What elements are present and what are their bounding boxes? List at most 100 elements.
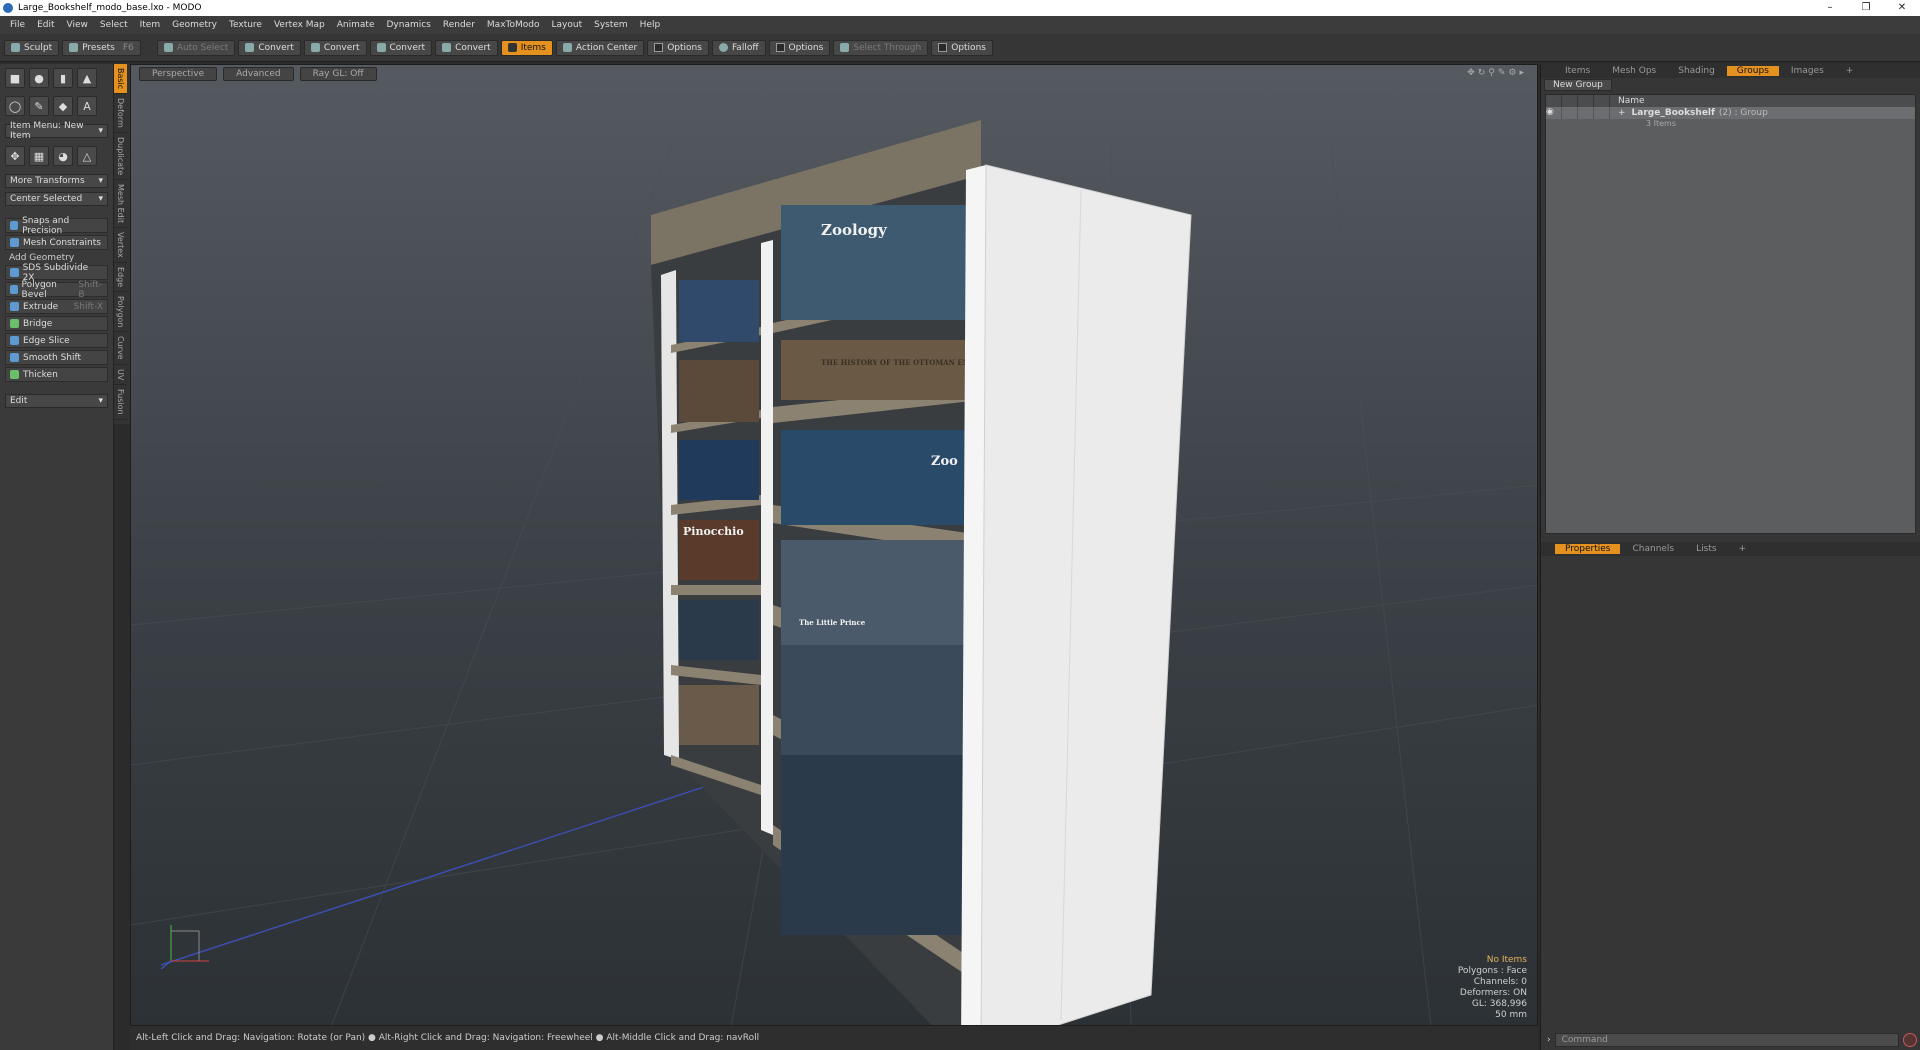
items-mode-button[interactable]: Items (500, 39, 553, 56)
menu-file[interactable]: File (4, 20, 31, 30)
tab-items[interactable]: Items (1555, 66, 1600, 76)
tab-fusion[interactable]: Fusion (114, 385, 127, 420)
convert-polygons-button[interactable]: Convert (369, 39, 433, 56)
plane-icon[interactable]: ◆ (53, 96, 73, 116)
menu-animate[interactable]: Animate (331, 20, 381, 30)
tab-images[interactable]: Images (1781, 66, 1834, 76)
pen-icon[interactable]: ✎ (29, 96, 49, 116)
tab-uv[interactable]: UV (114, 365, 127, 386)
bridge-button[interactable]: Bridge (5, 316, 108, 331)
menu-render[interactable]: Render (437, 20, 481, 30)
falloff-button[interactable]: Falloff (711, 39, 766, 56)
restore-button[interactable]: ❐ (1848, 0, 1884, 16)
falloff-options-button[interactable]: Options (768, 39, 831, 56)
presets-button[interactable]: Presets F6 (62, 39, 141, 56)
add-tab-button[interactable]: + (1836, 66, 1864, 76)
tab-polygon[interactable]: Polygon (114, 292, 127, 333)
edit-dropdown[interactable]: Edit ▾ (5, 394, 108, 408)
viewport-nav-icons[interactable]: ✥↻⚲✎⚙▸ (1467, 68, 1527, 78)
menu-edit[interactable]: Edit (31, 20, 60, 30)
tab-mesh-ops[interactable]: Mesh Ops (1602, 66, 1666, 76)
perspective-tab[interactable]: Perspective (139, 67, 218, 81)
menu-dynamics[interactable]: Dynamics (380, 20, 436, 30)
options-checkbox[interactable] (775, 43, 785, 52)
advanced-tab[interactable]: Advanced (223, 67, 294, 81)
more-transforms-dropdown[interactable]: More Transforms ▾ (5, 174, 108, 188)
menu-view[interactable]: View (61, 20, 94, 30)
options-checkbox[interactable] (938, 43, 948, 52)
new-group-button[interactable]: New Group (1544, 79, 1612, 91)
move-icon[interactable]: ✥ (5, 146, 25, 166)
render-icon[interactable] (1562, 95, 1578, 107)
convert-vertices-button[interactable]: Convert (238, 39, 301, 56)
select-icon[interactable] (1594, 95, 1610, 107)
menu-texture[interactable]: Texture (223, 20, 268, 30)
sds-subdivide-button[interactable]: SDS Subdivide 2X (5, 263, 108, 283)
group-row[interactable]: ◉ + Large_Bookshelf (2) : Group (1546, 107, 1915, 119)
visibility-toggle[interactable]: ◉ (1546, 107, 1562, 119)
mesh-constraints-button[interactable]: Mesh Constraints (5, 235, 108, 250)
tab-curve[interactable]: Curve (114, 332, 127, 366)
auto-select-button[interactable]: Auto Select (156, 39, 236, 56)
lock-toggle[interactable] (1578, 107, 1594, 119)
menu-layout[interactable]: Layout (546, 20, 589, 30)
close-button[interactable]: ✕ (1884, 0, 1920, 16)
command-input[interactable]: Command (1554, 1033, 1899, 1047)
select-through-button[interactable]: Select Through (833, 39, 929, 56)
record-icon[interactable] (1903, 1033, 1917, 1047)
menu-system[interactable]: System (588, 20, 634, 30)
select-toggle[interactable] (1594, 107, 1610, 119)
menu-select[interactable]: Select (94, 20, 134, 30)
groups-list[interactable]: Name ◉ + Large_Bookshelf (2) : Group 3 I… (1545, 94, 1916, 534)
action-center-button[interactable]: Action Center (555, 39, 645, 56)
smooth-shift-button[interactable]: Smooth Shift (5, 350, 108, 365)
tab-mesh-edit[interactable]: Mesh Edit (114, 180, 127, 229)
center-selected-dropdown[interactable]: Center Selected ▾ (5, 192, 108, 206)
perspective-icon[interactable]: △ (77, 146, 97, 166)
menu-help[interactable]: Help (634, 20, 667, 30)
edge-slice-button[interactable]: Edge Slice (5, 333, 108, 348)
raygl-tab[interactable]: Ray GL: Off (299, 67, 377, 81)
minimize-button[interactable]: – (1812, 0, 1848, 16)
convert-edges-button[interactable]: Convert (303, 39, 367, 56)
render-toggle[interactable] (1562, 107, 1578, 119)
tab-deform[interactable]: Deform (114, 94, 127, 133)
polygon-bevel-button[interactable]: Polygon Bevel Shift-B (5, 280, 108, 300)
menu-maxtomodo[interactable]: MaxToModo (481, 20, 546, 30)
tab-properties[interactable]: Properties (1555, 544, 1621, 554)
eye-icon[interactable] (1546, 95, 1562, 107)
menu-vertex-map[interactable]: Vertex Map (268, 20, 331, 30)
globe-icon[interactable]: ◕ (53, 146, 73, 166)
expand-icon[interactable]: + (1610, 108, 1626, 118)
cylinder-icon[interactable]: ▮ (53, 68, 73, 88)
tab-groups[interactable]: Groups (1726, 66, 1779, 76)
menu-item[interactable]: Item (134, 20, 167, 30)
tab-basic[interactable]: Basic (114, 64, 127, 95)
lock-icon[interactable] (1578, 95, 1594, 107)
grid-icon[interactable]: ▦ (29, 146, 49, 166)
menu-geometry[interactable]: Geometry (166, 20, 223, 30)
options-checkbox[interactable] (654, 43, 664, 52)
cube-icon[interactable]: ■ (5, 68, 25, 88)
tab-shading[interactable]: Shading (1668, 66, 1725, 76)
snaps-precision-button[interactable]: Snaps and Precision (5, 216, 108, 236)
tab-lists[interactable]: Lists (1686, 544, 1726, 554)
tab-duplicate[interactable]: Duplicate (114, 133, 127, 181)
text-icon[interactable]: A (77, 96, 97, 116)
sculpt-button[interactable]: Sculpt (4, 39, 60, 56)
torus-icon[interactable]: ◯ (5, 96, 25, 116)
extrude-button[interactable]: Extrude Shift-X (5, 299, 108, 314)
tab-channels[interactable]: Channels (1622, 544, 1684, 554)
add-properties-tab[interactable]: + (1729, 544, 1757, 554)
name-column-header[interactable]: Name (1610, 96, 1645, 106)
action-center-options-button[interactable]: Options (647, 39, 709, 56)
tab-vertex[interactable]: Vertex (114, 228, 127, 263)
cone-icon[interactable]: ▲ (77, 68, 97, 88)
thicken-button[interactable]: Thicken (5, 367, 108, 382)
item-menu-dropdown[interactable]: Item Menu: New Item ▾ (5, 121, 108, 141)
select-through-options-button[interactable]: Options (931, 39, 993, 56)
add-geometry-header[interactable]: Add Geometry (5, 253, 108, 263)
tab-edge[interactable]: Edge (114, 263, 127, 293)
3d-viewport[interactable]: Perspective Advanced Ray GL: Off ✥↻⚲✎⚙▸ (130, 64, 1538, 1026)
sphere-icon[interactable]: ● (29, 68, 49, 88)
